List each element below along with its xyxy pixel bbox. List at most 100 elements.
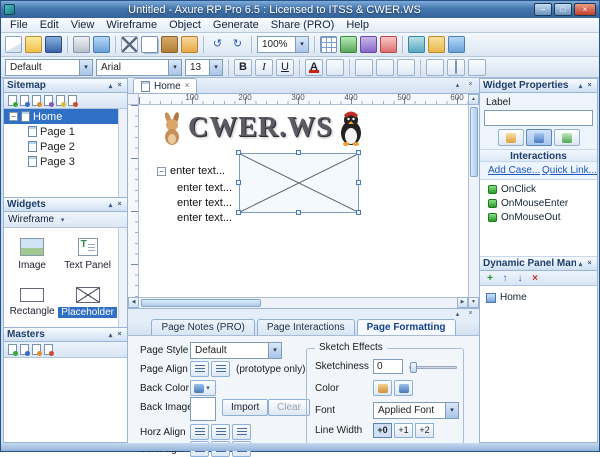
event-onclick[interactable]: OnClick <box>480 182 597 196</box>
widget-placeholder[interactable]: Placeholder <box>58 278 117 326</box>
menu-view[interactable]: View <box>65 18 101 33</box>
collapse-panel-icon[interactable]: ▴ <box>576 82 585 90</box>
open-icon[interactable] <box>25 36 42 53</box>
format-painter-icon[interactable] <box>181 36 198 53</box>
sketchiness-slider[interactable] <box>409 366 457 369</box>
close-panel-icon[interactable]: × <box>466 81 475 89</box>
close-button[interactable]: × <box>574 3 596 16</box>
minimize-button[interactable]: – <box>534 3 552 16</box>
widget-rectangle[interactable]: Rectangle <box>6 278 58 326</box>
share-icon[interactable] <box>448 36 465 53</box>
widget-text-panel[interactable]: Text Panel <box>58 230 117 278</box>
scroll-down-icon[interactable]: ▼ <box>468 297 479 308</box>
tab-annotations[interactable] <box>498 129 524 146</box>
tab-page-notes[interactable]: Page Notes (PRO) <box>151 319 254 335</box>
clear-button[interactable]: Clear <box>268 399 310 416</box>
canvas-vertical-scrollbar[interactable]: ▲ ▼ <box>468 94 479 308</box>
align-center-button[interactable] <box>376 59 394 76</box>
add-master-folder-icon[interactable] <box>20 344 29 355</box>
horz-align-right-button[interactable] <box>232 424 251 440</box>
tab-interactions[interactable] <box>526 129 552 146</box>
bold-button[interactable]: B <box>234 59 252 76</box>
resize-handle-s[interactable] <box>296 210 301 215</box>
back-color-button[interactable]: ▾ <box>190 380 216 396</box>
line-style-button[interactable] <box>468 59 486 76</box>
indent-page-icon[interactable] <box>56 95 65 106</box>
dynamic-panel-icon[interactable] <box>360 36 377 53</box>
close-panel-icon[interactable]: × <box>466 310 475 318</box>
sketchiness-value[interactable]: 0 <box>373 359 403 374</box>
font-size-select[interactable]: 13 ▾ <box>185 59 223 76</box>
quick-link[interactable]: Quick Link... <box>542 165 597 176</box>
page-align-center-button[interactable] <box>211 361 230 377</box>
event-onmouseout[interactable]: OnMouseOut <box>480 210 597 224</box>
menu-object[interactable]: Object <box>163 18 207 33</box>
canvas-horizontal-scrollbar[interactable]: ◀ ▶ <box>128 297 468 308</box>
design-canvas[interactable]: CWER.WS − enter text... enter <box>139 105 468 297</box>
add-page-icon[interactable] <box>8 95 17 106</box>
import-button[interactable]: Import <box>222 399 268 416</box>
resize-handle-n[interactable] <box>296 150 301 155</box>
close-panel-icon[interactable]: × <box>115 331 124 338</box>
generate-word-icon[interactable] <box>428 36 445 53</box>
move-master-icon[interactable] <box>32 344 41 355</box>
collapse-panel-icon[interactable]: ▴ <box>106 201 115 209</box>
resize-handle-w[interactable] <box>236 180 241 185</box>
sketch-color-blue-button[interactable] <box>394 380 413 396</box>
tree-widget-child[interactable]: enter text... <box>177 212 232 224</box>
placeholder-widget-selected[interactable] <box>239 153 359 213</box>
collapse-panel-icon[interactable]: ▴ <box>106 82 115 90</box>
tab-page-formatting[interactable]: Page Formatting <box>357 319 456 335</box>
menu-edit[interactable]: Edit <box>34 18 65 33</box>
undo-icon[interactable]: ↺ <box>209 36 226 53</box>
menu-share[interactable]: Share (PRO) <box>265 18 341 33</box>
sitemap-item-page3[interactable]: Page 3 <box>4 154 127 169</box>
sitemap-item-page2[interactable]: Page 2 <box>4 139 127 154</box>
add-panel-icon[interactable]: + <box>484 272 496 285</box>
event-onmouseenter[interactable]: OnMouseEnter <box>480 196 597 210</box>
move-up-icon[interactable] <box>32 95 41 106</box>
page-style-select[interactable]: Default ▾ <box>190 342 282 359</box>
delete-page-icon[interactable] <box>68 95 77 106</box>
zoom-select[interactable]: 100% ▾ <box>257 36 309 53</box>
guides-icon[interactable] <box>340 36 357 53</box>
annotations-icon[interactable] <box>380 36 397 53</box>
delete-master-icon[interactable] <box>44 344 53 355</box>
close-panel-icon[interactable]: × <box>115 82 124 89</box>
scroll-left-icon[interactable]: ◀ <box>128 297 139 308</box>
delete-panel-icon[interactable]: × <box>529 272 541 285</box>
scroll-thumb[interactable] <box>470 107 478 177</box>
tab-formatting[interactable] <box>554 129 580 146</box>
border-style-button[interactable] <box>447 59 465 76</box>
menu-wireframe[interactable]: Wireframe <box>100 18 163 33</box>
collapse-panel-icon[interactable]: ▴ <box>106 331 115 339</box>
collapse-panel-icon[interactable]: ▴ <box>453 81 462 89</box>
sketch-font-select[interactable]: Applied Font ▾ <box>373 402 459 419</box>
menu-help[interactable]: Help <box>340 18 375 33</box>
maximize-button[interactable]: □ <box>554 3 572 16</box>
dynamic-panel-item-home[interactable]: Home <box>480 290 597 305</box>
style-select[interactable]: Default ▾ <box>5 59 93 76</box>
menu-generate[interactable]: Generate <box>207 18 265 33</box>
page-align-left-button[interactable] <box>190 361 209 377</box>
sketch-color-black-button[interactable] <box>373 380 392 396</box>
align-left-button[interactable] <box>355 59 373 76</box>
new-icon[interactable] <box>5 36 22 53</box>
sitemap-item-page1[interactable]: Page 1 <box>4 124 127 139</box>
preview-icon[interactable] <box>93 36 110 53</box>
resize-handle-e[interactable] <box>356 180 361 185</box>
resize-handle-se[interactable] <box>356 210 361 215</box>
widget-image[interactable]: Image <box>6 230 58 278</box>
font-color-button[interactable]: A <box>305 59 323 76</box>
tree-widget-child[interactable]: enter text... <box>177 197 232 209</box>
collapse-panel-icon[interactable]: ▴ <box>453 310 462 318</box>
widgets-scrollbar[interactable] <box>118 228 127 327</box>
cut-icon[interactable] <box>121 36 138 53</box>
close-panel-icon[interactable]: × <box>585 260 594 267</box>
sitemap-scrollbar[interactable] <box>118 109 127 197</box>
line-width-0-button[interactable]: +0 <box>373 423 392 438</box>
print-icon[interactable] <box>73 36 90 53</box>
italic-button[interactable]: I <box>255 59 273 76</box>
underline-button[interactable]: U <box>276 59 294 76</box>
add-master-icon[interactable] <box>8 344 17 355</box>
